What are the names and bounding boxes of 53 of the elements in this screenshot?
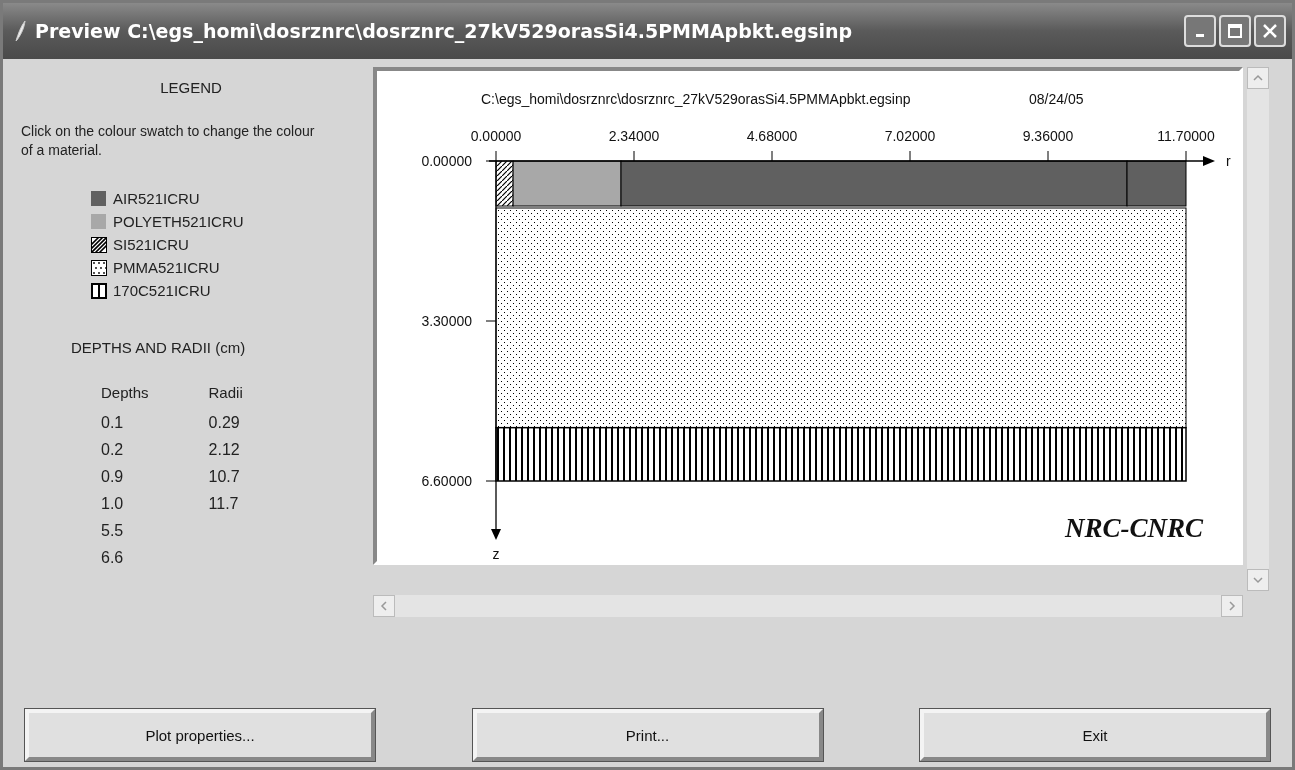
legend-hint: Click on the colour swatch to change the colour of a material. bbox=[21, 122, 316, 160]
solid-swatch[interactable] bbox=[91, 213, 107, 230]
minimize-icon bbox=[1196, 33, 1204, 37]
radius-value: 2.12 bbox=[208, 441, 241, 459]
plot-date: 08/24/05 bbox=[1029, 91, 1084, 107]
chevron-up-icon bbox=[1253, 73, 1263, 83]
z-tick-label: 6.60000 bbox=[421, 473, 472, 489]
feather-icon bbox=[13, 20, 27, 42]
depth-value: 5.5 bbox=[101, 522, 125, 540]
dimensions-heading: DEPTHS AND RADII (cm) bbox=[71, 339, 247, 356]
dots-swatch[interactable] bbox=[91, 259, 107, 276]
z-tick-label: 0.00000 bbox=[421, 153, 472, 169]
z-axis-label: z bbox=[492, 546, 500, 561]
material-name: AIR521ICRU bbox=[113, 190, 200, 207]
material-name: SI521ICRU bbox=[113, 236, 189, 253]
column-header: Radii bbox=[208, 384, 243, 401]
hatch-swatch[interactable] bbox=[91, 236, 107, 253]
minimize-button[interactable] bbox=[1184, 15, 1216, 47]
column-header: Depths bbox=[101, 384, 149, 401]
dialog-button[interactable]: Plot properties... bbox=[25, 709, 375, 761]
r-tick-label: 2.34000 bbox=[608, 128, 660, 144]
r-tick-label: 7.02000 bbox=[884, 128, 936, 144]
depth-value: 1.0 bbox=[101, 495, 125, 513]
radius-value: 10.7 bbox=[208, 468, 241, 486]
r-tick-label: 4.68000 bbox=[746, 128, 798, 144]
material-name: POLYETH521ICRU bbox=[113, 213, 244, 230]
chevron-down-icon bbox=[1253, 575, 1263, 585]
r-tick-label: 0.00000 bbox=[470, 128, 522, 144]
chevron-right-icon bbox=[1227, 601, 1237, 611]
r-tick-label: 9.36000 bbox=[1022, 128, 1074, 144]
material-name: PMMA521ICRU bbox=[113, 259, 220, 276]
close-button[interactable] bbox=[1254, 15, 1286, 47]
z-tick-label: 3.30000 bbox=[421, 313, 472, 329]
dialog-button[interactable]: Print... bbox=[472, 709, 823, 761]
maximize-icon bbox=[1225, 21, 1245, 41]
credit-label: NRC-CNRC bbox=[1064, 513, 1203, 543]
radius-value: 11.7 bbox=[208, 495, 240, 513]
maximize-button[interactable] bbox=[1219, 15, 1251, 47]
legend-heading: LEGEND bbox=[159, 79, 223, 96]
depth-value: 6.6 bbox=[101, 549, 125, 567]
r-tick-label: 11.70000 bbox=[1157, 128, 1215, 144]
window-title: Preview C:\egs_homi\dosrznrc\dosrznrc_27kV529orasSi4.5PMMApbkt.egsinp bbox=[35, 20, 853, 42]
r-axis-label: r bbox=[1226, 153, 1231, 169]
radius-value: 0.29 bbox=[208, 414, 241, 432]
depth-value: 0.1 bbox=[101, 414, 125, 432]
dialog-button[interactable]: Exit bbox=[920, 709, 1270, 761]
depth-value: 0.2 bbox=[101, 441, 125, 459]
solid-swatch[interactable] bbox=[91, 190, 107, 207]
stripes-swatch[interactable] bbox=[91, 282, 107, 299]
depth-value: 0.9 bbox=[101, 468, 125, 486]
material-name: 170C521ICRU bbox=[113, 282, 211, 299]
chevron-left-icon bbox=[379, 601, 389, 611]
plot-title: C:\egs_homi\dosrznrc\dosrznrc_27kV529orasSi4.5PMMApbkt.egsinp bbox=[481, 91, 911, 107]
